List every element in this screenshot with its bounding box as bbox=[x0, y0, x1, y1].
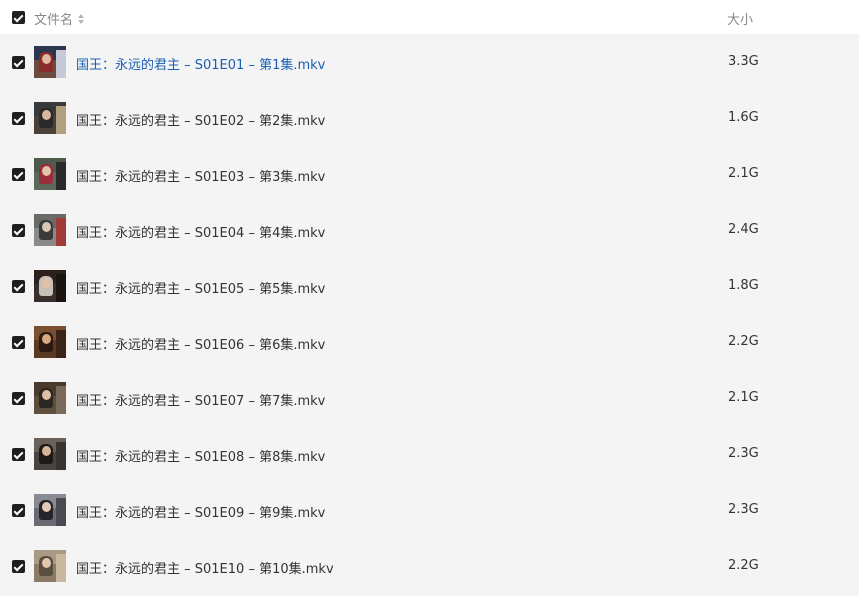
file-size: 2.2G bbox=[728, 558, 759, 573]
file-row[interactable]: 国王：永远的君主 – S01E05 – 第5集.mkv 1.8G bbox=[0, 258, 859, 314]
select-all-checkbox[interactable] bbox=[12, 11, 25, 24]
file-size: 1.6G bbox=[728, 110, 759, 125]
video-thumbnail bbox=[34, 494, 66, 526]
row-checkbox[interactable] bbox=[12, 280, 25, 293]
row-checkbox[interactable] bbox=[12, 56, 25, 69]
file-name[interactable]: 国王：永远的君主 – S01E04 – 第4集.mkv bbox=[76, 222, 325, 241]
file-row[interactable]: 国王：永远的君主 – S01E10 – 第10集.mkv 2.2G bbox=[0, 538, 859, 594]
row-checkbox[interactable] bbox=[12, 224, 25, 237]
video-thumbnail bbox=[34, 158, 66, 190]
file-name[interactable]: 国王：永远的君主 – S01E02 – 第2集.mkv bbox=[76, 110, 325, 129]
file-name[interactable]: 国王：永远的君主 – S01E09 – 第9集.mkv bbox=[76, 502, 325, 521]
file-row[interactable]: 国王：永远的君主 – S01E06 – 第6集.mkv 2.2G bbox=[0, 314, 859, 370]
file-row[interactable]: 国王：永远的君主 – S01E03 – 第3集.mkv 2.1G bbox=[0, 146, 859, 202]
file-row[interactable]: 国王：永远的君主 – S01E02 – 第2集.mkv 1.6G bbox=[0, 90, 859, 146]
file-size: 3.3G bbox=[728, 54, 759, 69]
row-checkbox[interactable] bbox=[12, 560, 25, 573]
video-thumbnail bbox=[34, 438, 66, 470]
file-row[interactable]: 国王：永远的君主 – S01E07 – 第7集.mkv 2.1G bbox=[0, 370, 859, 426]
file-size: 2.1G bbox=[728, 390, 759, 405]
size-column-header[interactable]: 大小 bbox=[727, 9, 753, 28]
row-checkbox[interactable] bbox=[12, 392, 25, 405]
file-name[interactable]: 国王：永远的君主 – S01E10 – 第10集.mkv bbox=[76, 558, 334, 577]
file-name[interactable]: 国王：永远的君主 – S01E06 – 第6集.mkv bbox=[76, 334, 325, 353]
row-checkbox[interactable] bbox=[12, 336, 25, 349]
file-size: 2.4G bbox=[728, 222, 759, 237]
file-size: 2.2G bbox=[728, 334, 759, 349]
file-size: 1.8G bbox=[728, 278, 759, 293]
file-name[interactable]: 国王：永远的君主 – S01E05 – 第5集.mkv bbox=[76, 278, 325, 297]
sort-icon[interactable] bbox=[77, 13, 85, 25]
file-row[interactable]: 国王：永远的君主 – S01E01 – 第1集.mkv 3.3G bbox=[0, 34, 859, 90]
list-header: 文件名 大小 bbox=[0, 0, 859, 34]
file-size: 2.1G bbox=[728, 166, 759, 181]
file-size: 2.3G bbox=[728, 446, 759, 461]
file-row[interactable]: 国王：永远的君主 – S01E08 – 第8集.mkv 2.3G bbox=[0, 426, 859, 482]
file-name[interactable]: 国王：永远的君主 – S01E07 – 第7集.mkv bbox=[76, 390, 325, 409]
video-thumbnail bbox=[34, 270, 66, 302]
file-name[interactable]: 国王：永远的君主 – S01E08 – 第8集.mkv bbox=[76, 446, 325, 465]
video-thumbnail bbox=[34, 382, 66, 414]
row-checkbox[interactable] bbox=[12, 504, 25, 517]
file-size: 2.3G bbox=[728, 502, 759, 517]
row-checkbox[interactable] bbox=[12, 112, 25, 125]
video-thumbnail bbox=[34, 46, 66, 78]
video-thumbnail bbox=[34, 214, 66, 246]
video-thumbnail bbox=[34, 550, 66, 582]
file-name[interactable]: 国王：永远的君主 – S01E01 – 第1集.mkv bbox=[76, 54, 325, 73]
file-list: 国王：永远的君主 – S01E01 – 第1集.mkv 3.3G 国王：永远的君… bbox=[0, 34, 859, 596]
row-checkbox[interactable] bbox=[12, 168, 25, 181]
file-name[interactable]: 国王：永远的君主 – S01E03 – 第3集.mkv bbox=[76, 166, 325, 185]
file-row[interactable]: 国王：永远的君主 – S01E09 – 第9集.mkv 2.3G bbox=[0, 482, 859, 538]
file-row[interactable]: 国王：永远的君主 – S01E04 – 第4集.mkv 2.4G bbox=[0, 202, 859, 258]
row-checkbox[interactable] bbox=[12, 448, 25, 461]
name-column-label: 文件名 bbox=[34, 13, 74, 28]
video-thumbnail bbox=[34, 326, 66, 358]
video-thumbnail bbox=[34, 102, 66, 134]
name-column-header[interactable]: 文件名 bbox=[34, 9, 85, 28]
